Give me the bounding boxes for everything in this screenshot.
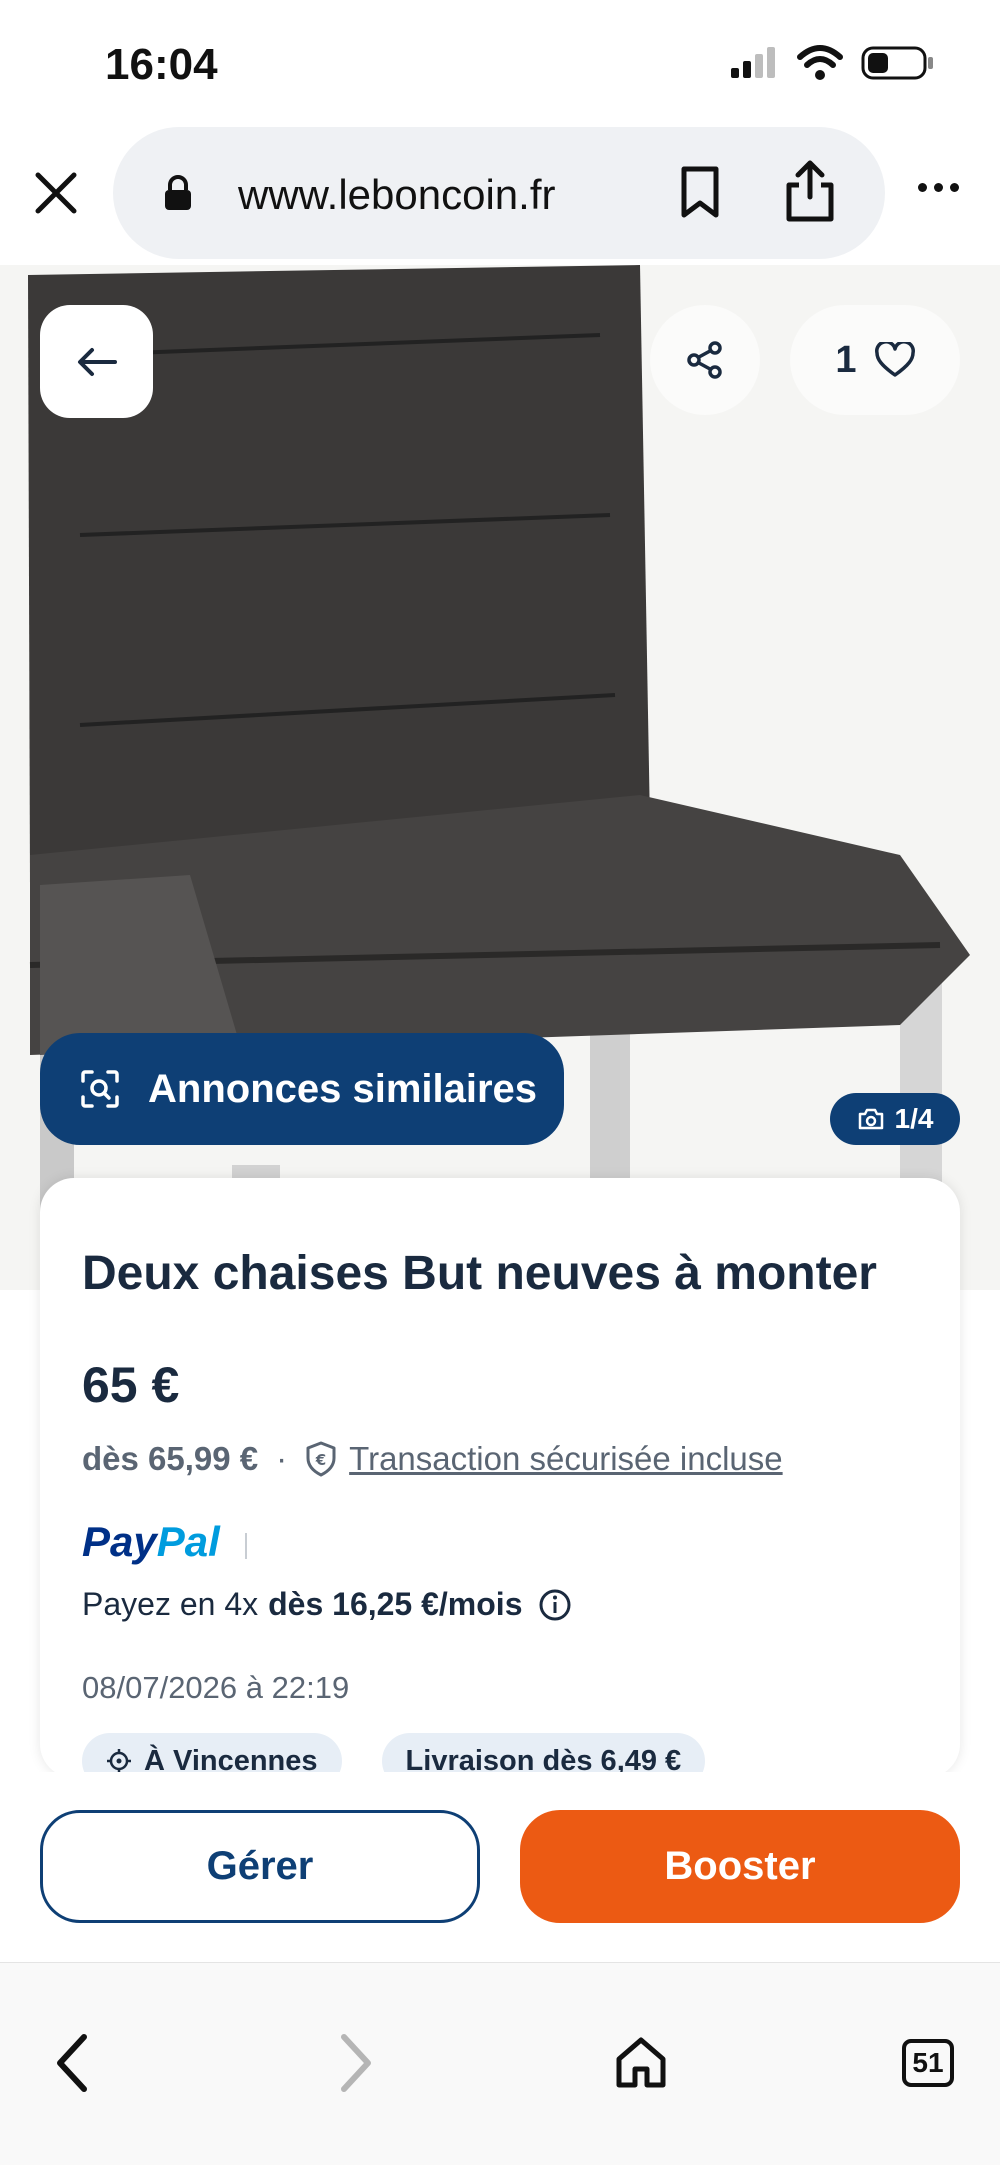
listing-price: 65 € xyxy=(82,1357,180,1413)
similar-listings-label: Annonces similaires xyxy=(148,1066,538,1111)
listing-photo[interactable]: 1 Annonces similaires 1/4 xyxy=(0,265,1000,1290)
svg-text:€: € xyxy=(315,1451,326,1469)
info-icon[interactable] xyxy=(538,1588,572,1622)
paypal-logo-pal: Pal xyxy=(156,1518,220,1565)
browser-toolbar: www.leboncoin.fr xyxy=(0,125,1000,265)
lock-icon xyxy=(165,175,191,210)
home-icon xyxy=(616,2037,666,2088)
paypal-installments-amount: dès 16,25 €/mois xyxy=(268,1586,523,1622)
cellular-signal-icon xyxy=(731,47,775,78)
browser-share-icon[interactable] xyxy=(783,159,837,223)
listing-title: Deux chaises But neuves à monter xyxy=(82,1247,877,1300)
boost-button[interactable]: Booster xyxy=(520,1810,960,1923)
paypal-logo-pay: Pay xyxy=(82,1518,157,1565)
similar-listings-button[interactable]: Annonces similaires xyxy=(40,1033,564,1145)
close-tab-button[interactable] xyxy=(30,167,82,219)
close-icon xyxy=(35,172,77,214)
browser-bottom-nav: 51 xyxy=(0,1962,1000,2165)
shield-euro-icon: € xyxy=(306,1441,336,1477)
browser-back-button[interactable] xyxy=(32,2023,112,2103)
paypal-logo: PayPal xyxy=(82,1518,220,1566)
more-options-icon[interactable] xyxy=(918,183,959,192)
arrow-left-icon xyxy=(77,347,117,376)
back-button[interactable] xyxy=(40,305,153,418)
paypal-installments: Payez en 4x dès 16,25 €/mois xyxy=(82,1586,572,1623)
location-target-icon xyxy=(107,1749,131,1773)
chevron-right-icon xyxy=(341,2034,371,2092)
bookmark-icon[interactable] xyxy=(678,165,722,219)
status-icons xyxy=(729,45,935,81)
price-details: dès 65,99 € · € Transaction sécurisée in… xyxy=(82,1440,783,1478)
paypal-installments-text: Payez en 4x xyxy=(82,1586,259,1622)
address-bar[interactable]: www.leboncoin.fr xyxy=(113,127,885,259)
separator-dot: · xyxy=(276,1440,288,1477)
camera-icon xyxy=(858,1108,883,1130)
tabs-icon: 51 xyxy=(902,2039,954,2087)
listing-date: 08/07/2026 à 22:19 xyxy=(82,1670,350,1705)
tabs-count: 51 xyxy=(912,2047,944,2078)
chevron-left-icon xyxy=(57,2034,87,2092)
price-with-fees: dès 65,99 € xyxy=(82,1440,259,1477)
secure-transaction-link[interactable]: Transaction sécurisée incluse xyxy=(349,1440,782,1478)
browser-forward-button[interactable] xyxy=(316,2023,396,2103)
battery-icon xyxy=(861,46,933,80)
wifi-icon xyxy=(797,45,843,80)
url-text: www.leboncoin.fr xyxy=(238,171,556,218)
manage-button[interactable]: Gérer xyxy=(40,1810,480,1923)
photo-counter-label: 1/4 xyxy=(894,1103,934,1134)
paypal-divider xyxy=(245,1533,247,1559)
action-bar: Gérer Booster xyxy=(0,1772,1000,1962)
photo-counter: 1/4 xyxy=(830,1093,960,1145)
status-time: 16:04 xyxy=(105,40,218,89)
image-search-icon xyxy=(81,1070,119,1108)
status-bar: 16:04 xyxy=(0,0,1000,125)
heart-icon xyxy=(874,342,915,377)
share-listing-button[interactable] xyxy=(650,305,760,415)
share-icon xyxy=(687,341,722,379)
favorite-count: 1 xyxy=(835,338,857,381)
listing-info-card: Deux chaises But neuves à monter 65 € dè… xyxy=(40,1178,960,1778)
browser-home-button[interactable] xyxy=(601,2023,681,2103)
favorite-button[interactable]: 1 xyxy=(790,305,960,415)
browser-tabs-button[interactable]: 51 xyxy=(888,2023,968,2103)
